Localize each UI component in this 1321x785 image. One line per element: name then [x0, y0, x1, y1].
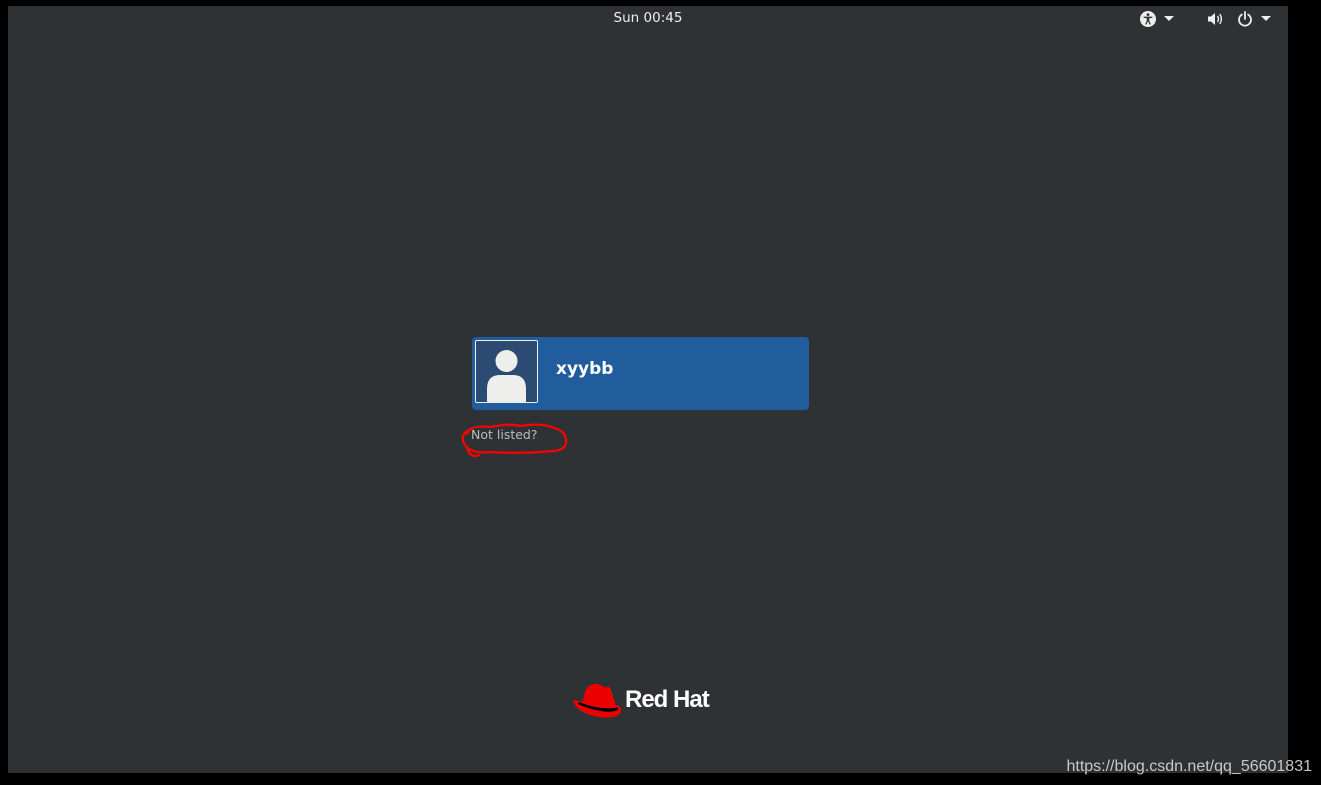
power-icon: [1237, 11, 1253, 27]
chevron-down-icon: [1164, 16, 1174, 22]
system-menu-button[interactable]: [1207, 9, 1271, 29]
accessibility-icon: [1139, 10, 1157, 28]
accessibility-menu-button[interactable]: [1139, 9, 1174, 29]
volume-icon: [1207, 11, 1225, 27]
user-name: xyybb: [556, 359, 614, 379]
red-hat-logo: Red Hat: [571, 678, 731, 726]
watermark: https://blog.csdn.net/qq_56601831: [1066, 758, 1312, 775]
logo-text: Red Hat: [625, 686, 710, 713]
user-avatar-icon: [475, 340, 538, 403]
not-listed-link[interactable]: Not listed?: [471, 427, 538, 442]
login-screen: Sun 00:45 xyybb Not listed? Red Hat: [8, 6, 1288, 773]
chevron-down-icon: [1261, 16, 1271, 22]
top-bar: Sun 00:45: [8, 6, 1288, 31]
user-list-item[interactable]: xyybb: [472, 337, 809, 410]
clock[interactable]: Sun 00:45: [8, 10, 1288, 26]
